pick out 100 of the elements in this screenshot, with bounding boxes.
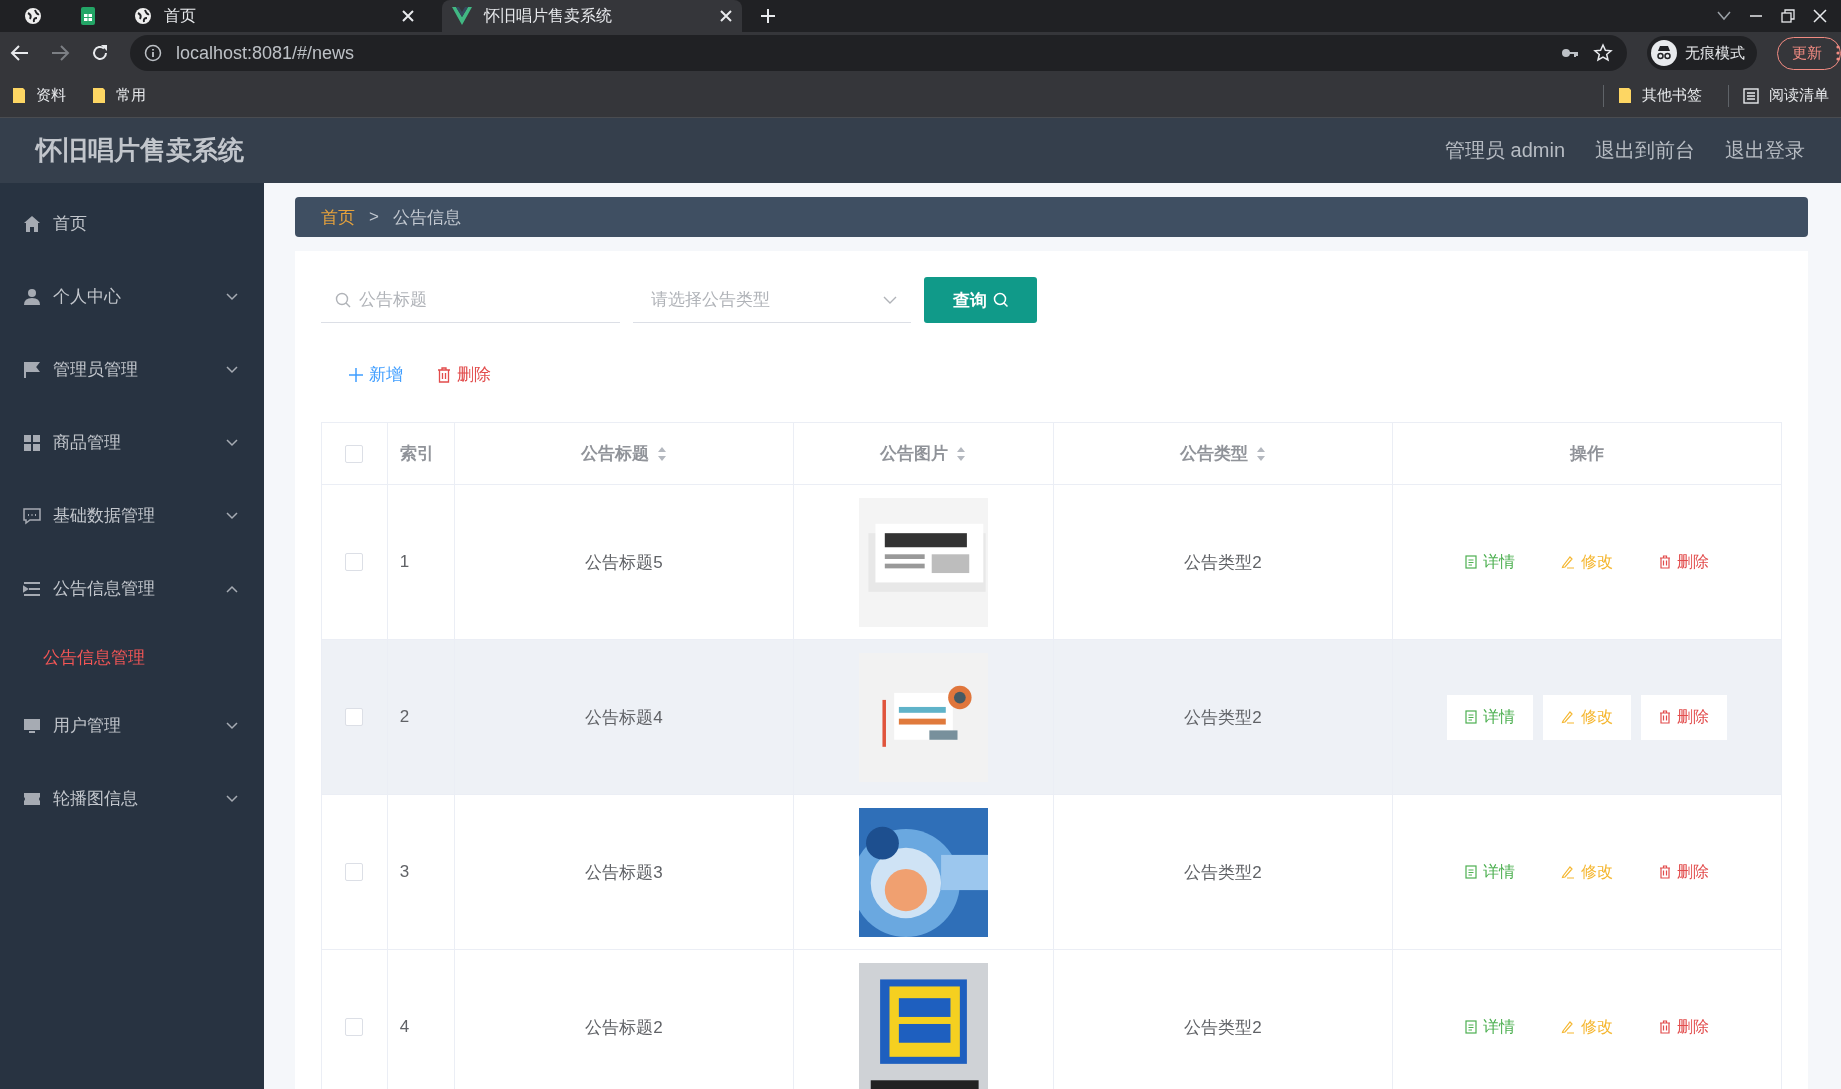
detail-button[interactable]: 详情 (1447, 849, 1534, 895)
close-icon[interactable] (402, 10, 414, 22)
chevron-icon (883, 296, 897, 304)
key-icon[interactable] (1561, 47, 1579, 59)
bookmark[interactable]: 阅读清单 (1743, 86, 1829, 105)
bookmark[interactable]: 资料 (12, 86, 66, 105)
search-icon (992, 292, 1009, 308)
user-icon (23, 287, 41, 306)
add-button[interactable]: 新增 (349, 363, 403, 386)
chevron-icon (226, 438, 238, 447)
chevron-icon (226, 584, 238, 593)
sidebar-item[interactable]: 基础数据管理 (0, 479, 264, 552)
browser-tab[interactable]: 怀旧唱片售卖系统 (442, 0, 742, 32)
column-header: 公告标题 (581, 443, 649, 465)
sidebar-item[interactable]: 公告信息管理 (0, 552, 264, 625)
pencil-icon (1561, 555, 1576, 569)
detail-button[interactable]: 详情 (1447, 1004, 1534, 1050)
table-row[interactable]: 3 公告标题3 公告类型2 详情 修改 删除 (322, 795, 1781, 950)
header-link[interactable]: 退出登录 (1725, 137, 1805, 164)
grid-icon (23, 433, 41, 452)
chevron-icon (226, 292, 238, 301)
table-cell-text: 公告标题2 (585, 1016, 663, 1039)
address-field[interactable]: localhost:8081/#/news (130, 35, 1627, 71)
list-icon (23, 579, 41, 598)
breadcrumb-separator: > (369, 207, 379, 227)
checkbox[interactable] (345, 553, 364, 571)
trash-icon (437, 366, 451, 383)
bookmark[interactable]: 常用 (92, 86, 146, 105)
back-icon[interactable] (10, 43, 30, 63)
table-cell-text: 公告标题3 (585, 861, 663, 884)
column-header: 操作 (1570, 443, 1605, 465)
restore-icon[interactable] (1781, 9, 1795, 23)
breadcrumb-link[interactable]: 首页 (321, 205, 355, 229)
tab-search-icon[interactable] (1717, 11, 1731, 21)
info-icon (144, 44, 162, 62)
delete-button[interactable]: 删除 (437, 363, 491, 386)
document-icon (1465, 555, 1478, 569)
delete-button[interactable]: 删除 (1641, 1004, 1728, 1050)
detail-button[interactable]: 详情 (1447, 694, 1534, 740)
table-cell-text: 公告标题4 (585, 706, 663, 729)
star-icon[interactable] (1593, 43, 1613, 63)
reload-icon[interactable] (90, 43, 110, 63)
home-icon (23, 214, 41, 233)
chevron-icon (226, 511, 238, 520)
table-cell: 1 (399, 552, 410, 572)
plus-icon (349, 367, 363, 382)
globe-icon (24, 7, 42, 25)
browser-tab[interactable]: 首页 (124, 0, 424, 32)
checkbox[interactable] (345, 1018, 364, 1036)
sidebar-item[interactable]: 轮播图信息 (0, 762, 264, 835)
tab-title: 怀旧唱片售卖系统 (484, 5, 613, 26)
detail-button[interactable]: 详情 (1447, 539, 1534, 585)
table-cell: 4 (399, 1017, 410, 1037)
column-header: 公告图片 (880, 443, 949, 465)
table-cell-text: 公告类型2 (1184, 551, 1262, 574)
breadcrumb-current: 公告信息 (392, 206, 461, 229)
list-icon (1743, 87, 1759, 104)
sidebar-item[interactable]: 商品管理 (0, 406, 264, 479)
checkbox[interactable] (345, 444, 364, 463)
globe-icon (134, 7, 152, 25)
sidebar-item[interactable]: 个人中心 (0, 260, 264, 333)
table-cell: 2 (399, 707, 410, 727)
delete-button[interactable]: 删除 (1641, 539, 1728, 585)
checkbox[interactable] (345, 863, 364, 881)
document-icon (1465, 865, 1478, 879)
table-row[interactable]: 1 公告标题5 公告类型2 详情 修改 删除 (322, 485, 1781, 640)
delete-button[interactable]: 删除 (1641, 849, 1728, 895)
bookmark[interactable]: 其他书签 (1618, 86, 1702, 105)
close-icon[interactable] (1813, 9, 1827, 23)
folder-icon (92, 87, 106, 104)
sidebar-item[interactable]: 用户管理 (0, 689, 264, 762)
user-label: 管理员 admin (1444, 138, 1565, 163)
vue-logo-icon (452, 7, 472, 25)
search-icon (335, 292, 351, 308)
table-cell-text: 公告标题5 (585, 551, 663, 574)
incognito-icon (1651, 40, 1677, 66)
pencil-icon (1561, 865, 1576, 879)
more-icon[interactable] (1836, 45, 1840, 61)
trash-icon (1659, 865, 1672, 879)
header-link[interactable]: 退出到前台 (1595, 137, 1695, 164)
spreadsheet-icon (80, 7, 96, 25)
sidebar-subitem[interactable]: 公告信息管理 (0, 625, 264, 689)
folder-icon (12, 87, 26, 104)
checkbox[interactable] (345, 708, 364, 726)
table-cell: 3 (399, 862, 410, 882)
app-title: 怀旧唱片售卖系统 (36, 134, 244, 167)
trash-icon (1659, 1020, 1672, 1034)
sidebar-item[interactable]: 首页 (0, 187, 264, 260)
table-row[interactable]: 2 公告标题4 公告类型2 详情 修改 删除 (322, 640, 1781, 795)
new-tab-icon[interactable] (760, 8, 776, 24)
pencil-icon (1561, 710, 1576, 724)
delete-button[interactable]: 删除 (1641, 694, 1728, 740)
incognito-badge[interactable]: 无痕模式 (1647, 36, 1757, 70)
forward-icon[interactable] (50, 43, 70, 63)
trash-icon (1659, 710, 1672, 724)
close-icon[interactable] (720, 10, 732, 22)
chat-icon (23, 506, 41, 525)
chevron-icon (226, 794, 238, 803)
sidebar-item[interactable]: 管理员管理 (0, 333, 264, 406)
search-button[interactable]: 查询 (924, 277, 1037, 323)
